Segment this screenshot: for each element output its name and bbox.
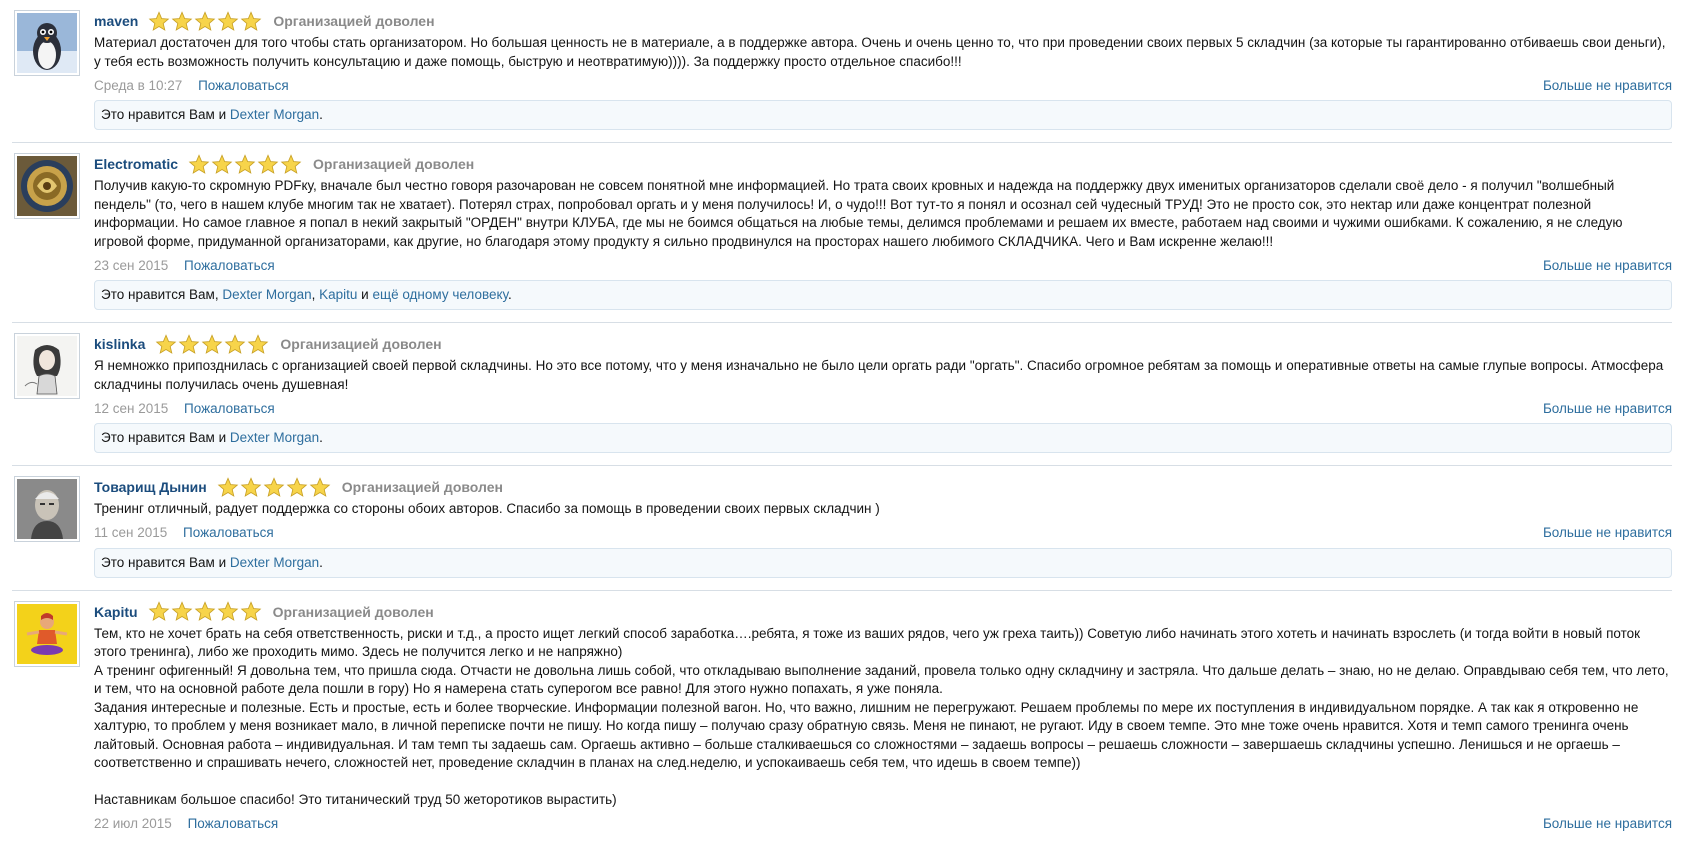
report-link[interactable]: Пожаловаться [188, 816, 279, 831]
star-icon [172, 10, 193, 31]
emblem-avatar-icon [17, 156, 77, 216]
review-text: Получив какую-то скромную PDFку, вначале… [94, 178, 1623, 249]
review-text: Я немножко припозднилась с организацией … [94, 358, 1664, 392]
unlike-link[interactable]: Больше не нравится [1543, 78, 1672, 93]
liker-link[interactable]: Dexter Morgan [230, 430, 319, 445]
review-item: Kapitu Организацией доволен Тем, кто не … [12, 591, 1672, 846]
review-text: Материал достаточен для того чтобы стать… [94, 35, 1666, 69]
likes-summary: Это нравится Вам и Dexter Morgan. [94, 100, 1672, 130]
likes-prefix: Это нравится Вам и [101, 107, 230, 122]
likes-summary: Это нравится Вам и Dexter Morgan. [94, 423, 1672, 453]
liker-link[interactable]: Dexter Morgan [222, 287, 311, 302]
report-link[interactable]: Пожаловаться [183, 525, 274, 540]
unlike-link[interactable]: Больше не нравится [1543, 816, 1672, 831]
likes-summary: Это нравится Вам и Dexter Morgan. [94, 547, 1672, 578]
star-icon [309, 476, 331, 497]
rating-text: Организацией доволен [273, 13, 435, 29]
report-link[interactable]: Пожаловаться [184, 401, 275, 416]
username[interactable]: Electromatic [94, 156, 178, 172]
sketch-girl-avatar-icon [17, 336, 77, 396]
likes-suffix: . [319, 554, 323, 570]
report-link[interactable]: Пожаловаться [198, 78, 289, 93]
star-icon [171, 601, 192, 621]
yoga-cartoon-avatar-icon [17, 603, 77, 664]
star-icon [194, 601, 215, 621]
review-date[interactable]: Среда в 10:27 [94, 78, 182, 93]
rating-stars [188, 153, 303, 175]
liker-link[interactable]: Dexter Morgan [230, 555, 319, 570]
rating-stars [217, 476, 332, 498]
star-icon [195, 10, 216, 31]
star-icon [217, 601, 238, 621]
star-icon [257, 153, 279, 174]
avatar[interactable] [14, 10, 80, 76]
star-icon [179, 333, 200, 354]
rating-text: Организацией доволен [341, 479, 503, 495]
likes-suffix: . [319, 430, 323, 445]
star-icon [248, 333, 269, 354]
review-date[interactable]: 23 сен 2015 [94, 258, 168, 273]
avatar[interactable] [14, 333, 80, 399]
star-icon [263, 476, 285, 497]
star-icon [149, 10, 170, 31]
likes-suffix: . [319, 107, 323, 122]
review-list: maven Организацией доволен Материал дост… [0, 0, 1672, 846]
star-icon [202, 333, 223, 354]
avatar[interactable] [14, 600, 80, 667]
star-icon [148, 601, 169, 621]
rating-stars [155, 333, 270, 355]
penguin-avatar-icon [17, 13, 77, 73]
unlike-link[interactable]: Больше не нравится [1543, 401, 1672, 416]
review-text: Тем, кто не хочет брать на себя ответств… [94, 625, 1669, 808]
rating-text: Организацией доволен [313, 156, 475, 172]
star-icon [240, 476, 262, 497]
likes-separator: и [357, 287, 373, 302]
rating-text: Организацией доволен [272, 603, 434, 620]
review-item: kislinka Организацией доволен Я немножко… [12, 323, 1672, 466]
star-icon [240, 601, 261, 621]
username[interactable]: kislinka [94, 336, 145, 352]
likes-summary: Это нравится Вам, Dexter Morgan, Kapitu … [94, 280, 1672, 310]
likes-prefix: Это нравится Вам и [101, 430, 230, 445]
star-icon [211, 153, 233, 174]
review-date[interactable]: 11 сен 2015 [94, 525, 167, 540]
likes-separator: , [311, 287, 320, 302]
liker-link[interactable]: Dexter Morgan [230, 107, 319, 122]
liker-link[interactable]: Kapitu [319, 287, 357, 302]
username[interactable]: Товарищ Дынин [94, 479, 207, 495]
star-icon [188, 153, 210, 174]
star-icon [286, 476, 308, 497]
rating-stars [148, 10, 263, 32]
avatar[interactable] [14, 153, 80, 219]
unlike-link[interactable]: Больше не нравится [1543, 525, 1672, 540]
review-item: maven Организацией доволен Материал дост… [12, 0, 1672, 143]
likes-prefix: Это нравится Вам и [101, 554, 230, 570]
star-icon [225, 333, 246, 354]
unlike-link[interactable]: Больше не нравится [1543, 258, 1672, 273]
likes-suffix: . [507, 287, 512, 302]
review-text: Тренинг отличный, радует поддержка со ст… [94, 501, 880, 516]
star-icon [218, 10, 239, 31]
old-man-photo-avatar-icon [17, 479, 77, 539]
review-date[interactable]: 22 июл 2015 [94, 816, 172, 831]
star-icon [217, 476, 239, 497]
avatar[interactable] [14, 476, 80, 542]
username[interactable]: maven [94, 13, 138, 29]
review-item: Товарищ Дынин Организацией доволен Трени… [12, 466, 1672, 591]
liker-link[interactable]: ещё одному человеку [372, 287, 507, 302]
rating-text: Организацией доволен [280, 336, 442, 352]
likes-prefix: Это нравится Вам, [101, 287, 223, 302]
review-item: Electromatic Организацией доволен Получи… [12, 143, 1672, 323]
rating-stars [148, 601, 263, 622]
star-icon [156, 333, 177, 354]
username[interactable]: Kapitu [94, 604, 138, 620]
star-icon [234, 153, 256, 174]
review-date[interactable]: 12 сен 2015 [94, 401, 168, 416]
star-icon [280, 153, 302, 174]
star-icon [241, 10, 262, 31]
report-link[interactable]: Пожаловаться [184, 258, 275, 273]
